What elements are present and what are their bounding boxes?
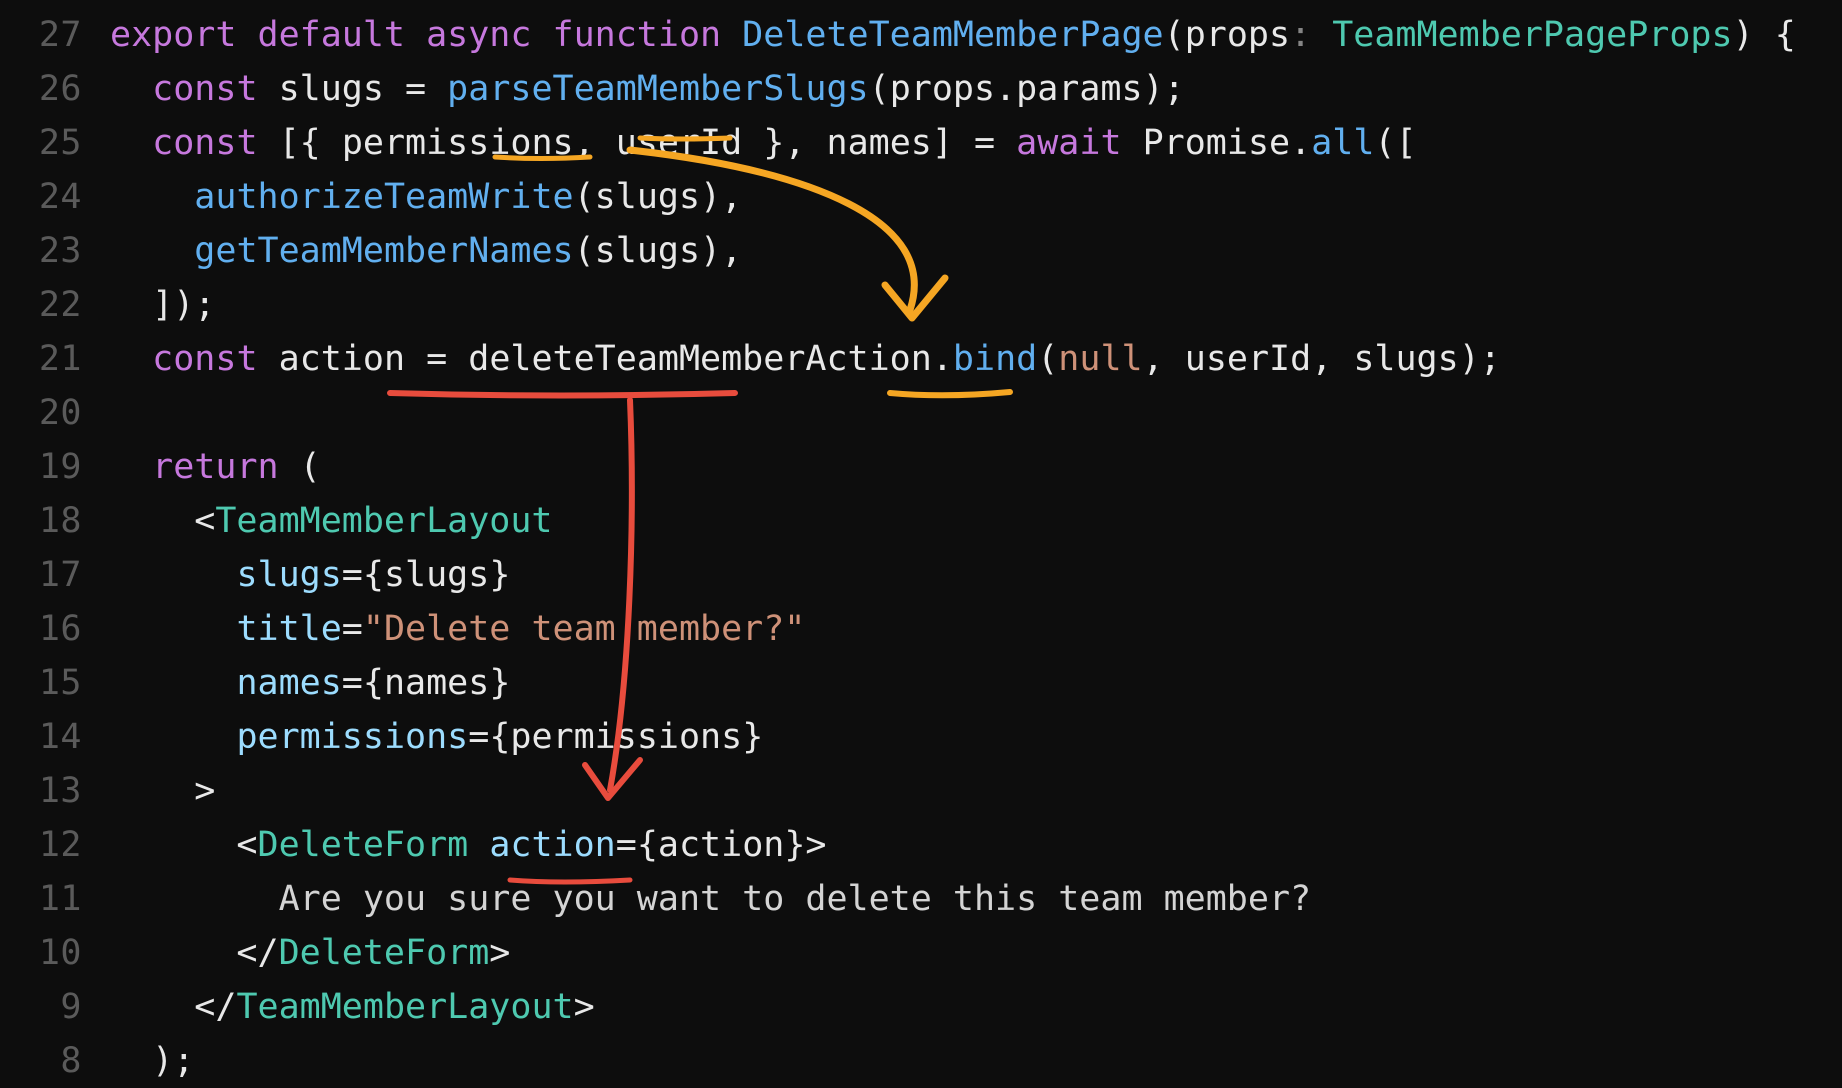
code-line[interactable]: export default async function DeleteTeam… [110,8,1842,62]
code-line[interactable]: </TeamMemberLayout> [110,980,1842,1034]
line-number: 8 [0,1034,110,1088]
code-line[interactable]: const [{ permissions, userId }, names] =… [110,116,1842,170]
line-number: 19 [0,440,110,494]
code-line[interactable] [110,386,1842,440]
code-line[interactable]: Are you sure you want to delete this tea… [110,872,1842,926]
line-number: 9 [0,980,110,1034]
code-line[interactable]: ]); [110,278,1842,332]
line-number-gutter: 27 26 25 24 23 22 21 20 19 18 17 16 15 1… [0,0,110,1088]
code-line[interactable]: authorizeTeamWrite(slugs), [110,170,1842,224]
code-line[interactable]: const action = deleteTeamMemberAction.bi… [110,332,1842,386]
code-line[interactable]: ); [110,1034,1842,1088]
code-line[interactable]: </DeleteForm> [110,926,1842,980]
line-number: 24 [0,170,110,224]
line-number: 17 [0,548,110,602]
line-number: 15 [0,656,110,710]
line-number: 25 [0,116,110,170]
line-number: 21 [0,332,110,386]
code-line[interactable]: slugs={slugs} [110,548,1842,602]
line-number: 27 [0,8,110,62]
code-line[interactable]: title="Delete team member?" [110,602,1842,656]
code-line[interactable]: return ( [110,440,1842,494]
line-number: 23 [0,224,110,278]
code-line[interactable]: permissions={permissions} [110,710,1842,764]
line-number: 22 [0,278,110,332]
line-number: 26 [0,62,110,116]
line-number: 12 [0,818,110,872]
line-number: 13 [0,764,110,818]
code-line[interactable]: getTeamMemberNames(slugs), [110,224,1842,278]
code-line[interactable]: names={names} [110,656,1842,710]
code-editor: 27 26 25 24 23 22 21 20 19 18 17 16 15 1… [0,0,1842,1088]
line-number: 14 [0,710,110,764]
code-line[interactable]: <DeleteForm action={action}> [110,818,1842,872]
line-number: 18 [0,494,110,548]
code-line[interactable]: > [110,764,1842,818]
line-number: 11 [0,872,110,926]
line-number: 10 [0,926,110,980]
code-area[interactable]: export default async function DeleteTeam… [110,0,1842,1088]
line-number: 16 [0,602,110,656]
code-line[interactable]: const slugs = parseTeamMemberSlugs(props… [110,62,1842,116]
line-number: 20 [0,386,110,440]
code-line[interactable]: <TeamMemberLayout [110,494,1842,548]
